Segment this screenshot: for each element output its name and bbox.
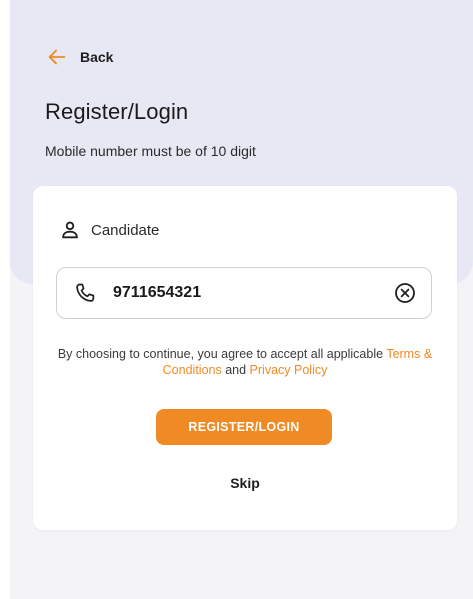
login-card: Candidate By choosing to continue, you a… [33, 186, 457, 530]
back-button[interactable]: Back [46, 46, 113, 68]
phone-input[interactable] [113, 268, 383, 318]
page-subtitle: Mobile number must be of 10 digit [45, 143, 256, 159]
close-circle-icon[interactable] [393, 281, 417, 305]
page-title: Register/Login [45, 99, 189, 124]
arrow-left-icon [48, 49, 66, 65]
back-label: Back [80, 49, 114, 65]
skip-button[interactable]: Skip [33, 475, 457, 491]
privacy-link[interactable]: Privacy Policy [250, 363, 328, 377]
register-login-button[interactable]: REGISTER/LOGIN [156, 409, 332, 445]
phone-field[interactable] [56, 267, 432, 319]
phone-icon [76, 283, 95, 302]
person-icon [62, 221, 78, 239]
consent-prefix: By choosing to continue, you agree to ac… [57, 347, 387, 361]
role-label: Candidate [91, 221, 160, 239]
role-selector[interactable]: Candidate [59, 219, 159, 241]
consent-middle: and [221, 363, 250, 377]
consent-text: By choosing to continue, you agree to ac… [57, 346, 433, 378]
app-screen: Back Register/Login Mobile number must b… [10, 0, 473, 599]
